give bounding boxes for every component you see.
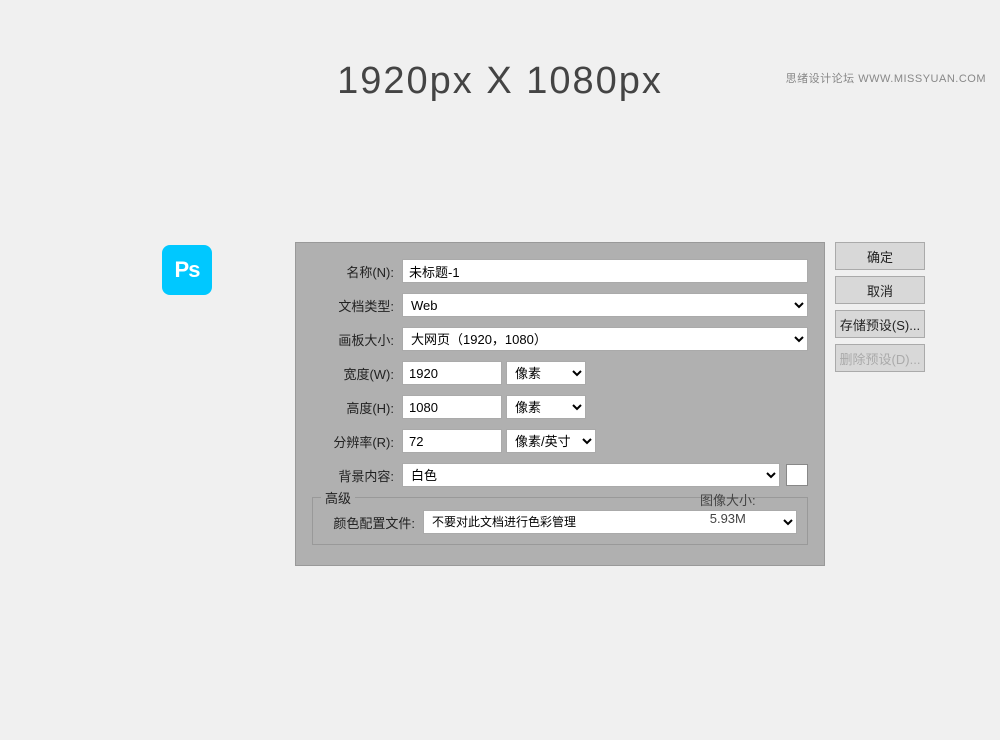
- image-size-value: 5.93M: [700, 511, 756, 526]
- color-profile-label: 颜色配置文件:: [323, 513, 423, 532]
- width-label: 宽度(W):: [312, 364, 402, 383]
- resolution-label: 分辨率(R):: [312, 432, 402, 451]
- height-label: 高度(H):: [312, 398, 402, 417]
- canvas-size-label: 画板大小:: [312, 330, 402, 349]
- name-label: 名称(N):: [312, 262, 402, 281]
- doc-type-row: 文档类型: Web 自定 剪贴板: [312, 293, 808, 317]
- name-input[interactable]: [402, 259, 808, 283]
- width-unit-select[interactable]: 像素 英寸 厘米: [506, 361, 586, 385]
- image-size-label: 图像大小:: [700, 493, 756, 508]
- doc-type-label: 文档类型:: [312, 296, 402, 315]
- bg-label: 背景内容:: [312, 466, 402, 485]
- height-input[interactable]: [402, 395, 502, 419]
- width-input[interactable]: [402, 361, 502, 385]
- resolution-unit-select[interactable]: 像素/英寸 像素/厘米: [506, 429, 596, 453]
- bg-row: 背景内容: 白色 黑色 背景色 透明: [312, 463, 808, 487]
- resolution-row: 分辨率(R): 像素/英寸 像素/厘米: [312, 429, 808, 453]
- canvas-size-select[interactable]: 大网页（1920，1080） 小网页（640，480）: [402, 327, 808, 351]
- ps-icon: Ps: [162, 245, 212, 295]
- save-preset-button[interactable]: 存储预设(S)...: [835, 310, 925, 338]
- delete-preset-button[interactable]: 删除预设(D)...: [835, 344, 925, 372]
- bg-select[interactable]: 白色 黑色 背景色 透明: [402, 463, 780, 487]
- canvas-size-row: 画板大小: 大网页（1920，1080） 小网页（640，480）: [312, 327, 808, 351]
- doc-type-select[interactable]: Web 自定 剪贴板: [402, 293, 808, 317]
- color-swatch[interactable]: [786, 464, 808, 486]
- height-unit-select[interactable]: 像素 英寸 厘米: [506, 395, 586, 419]
- name-row: 名称(N):: [312, 259, 808, 283]
- button-panel: 确定 取消 存储预设(S)... 删除预设(D)...: [835, 242, 925, 372]
- width-row: 宽度(W): 像素 英寸 厘米: [312, 361, 808, 385]
- height-row: 高度(H): 像素 英寸 厘米: [312, 395, 808, 419]
- watermark: 思绪设计论坛 WWW.MISSYUAN.COM: [786, 70, 986, 86]
- cancel-button[interactable]: 取消: [835, 276, 925, 304]
- advanced-legend: 高级: [321, 488, 355, 507]
- image-size-info: 图像大小: 5.93M: [700, 490, 756, 526]
- resolution-input[interactable]: [402, 429, 502, 453]
- confirm-button[interactable]: 确定: [835, 242, 925, 270]
